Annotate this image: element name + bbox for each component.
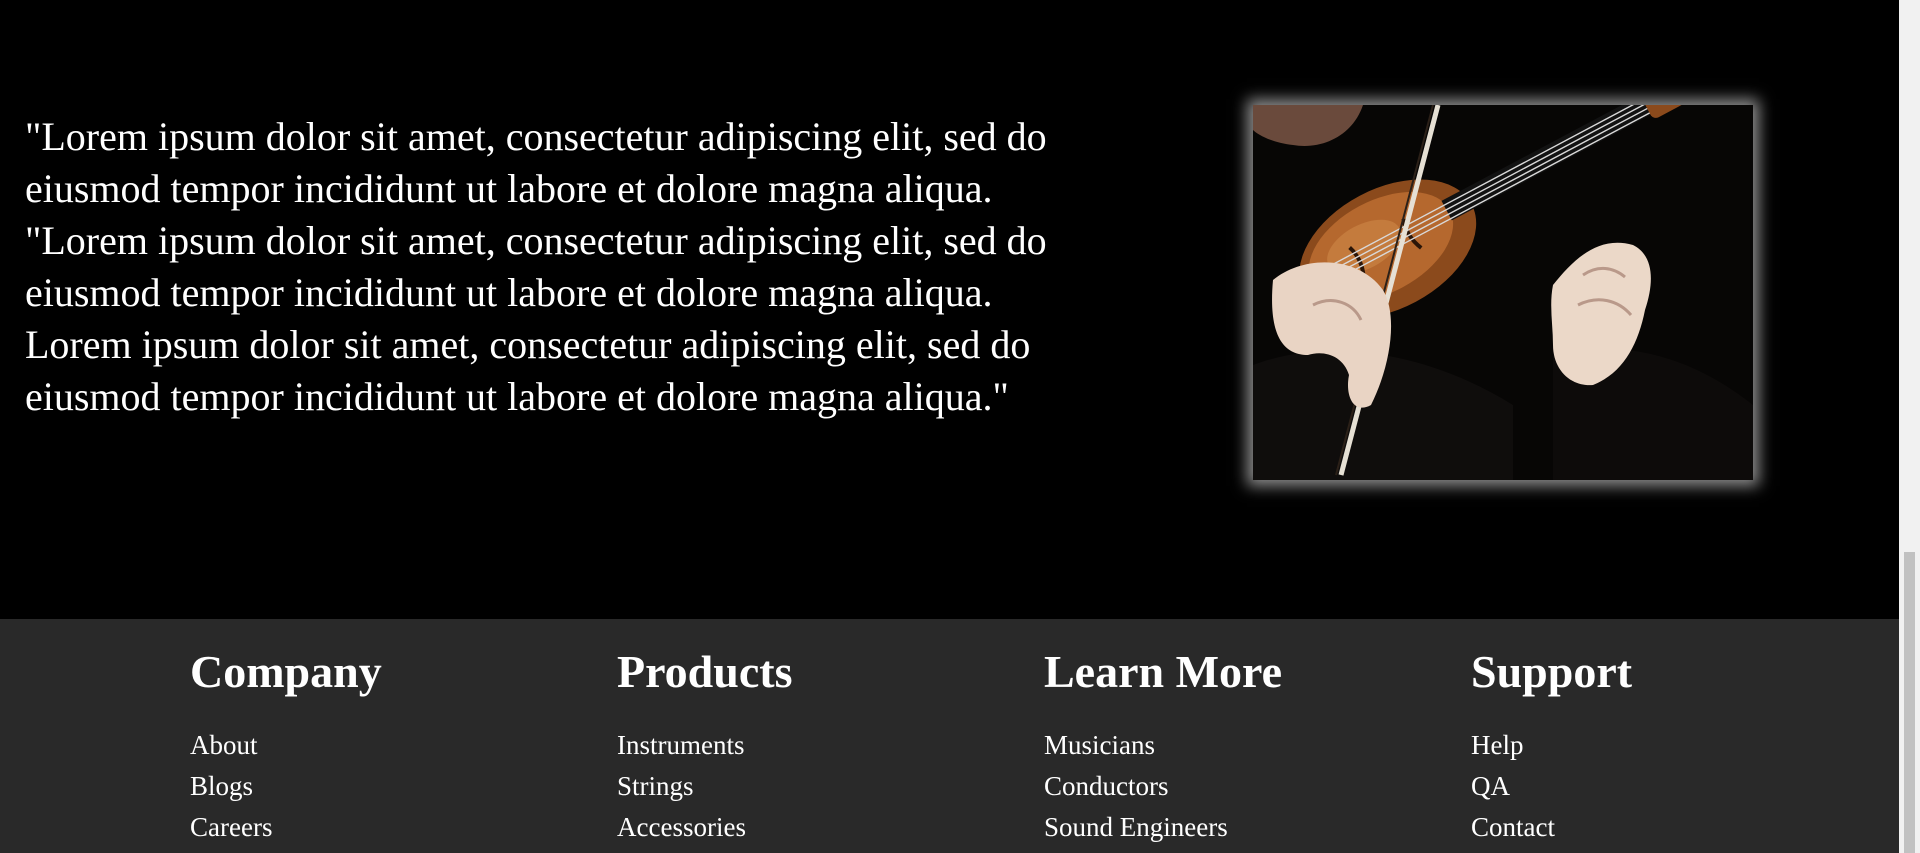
- quote-text: "Lorem ipsum dolor sit amet, consectetur…: [25, 114, 1047, 419]
- footer-heading-products: Products: [617, 646, 793, 697]
- footer-link-item: QA: [1471, 766, 1851, 807]
- footer-link-qa[interactable]: QA: [1471, 771, 1510, 801]
- violinist-illustration: [1253, 105, 1753, 480]
- footer-link-item: Careers: [190, 807, 570, 848]
- footer-link-item: Sound Engineers: [1044, 807, 1424, 848]
- footer-link-blogs[interactable]: Blogs: [190, 771, 253, 801]
- footer-link-item: About: [190, 725, 570, 766]
- vertical-scrollbar[interactable]: [1899, 0, 1920, 853]
- footer-column-support: Support Help QA Contact: [1471, 645, 1851, 848]
- footer-link-item: Musicians: [1044, 725, 1424, 766]
- footer-column-company: Company About Blogs Careers: [190, 645, 570, 848]
- footer-link-item: Help: [1471, 725, 1851, 766]
- footer-column-products: Products Instruments Strings Accessories: [617, 645, 997, 848]
- footer-links-support: Help QA Contact: [1471, 725, 1851, 848]
- footer: Company About Blogs Careers Products Ins…: [0, 619, 1899, 853]
- footer-link-item: Accessories: [617, 807, 997, 848]
- footer-links-learn-more: Musicians Conductors Sound Engineers: [1044, 725, 1424, 848]
- footer-heading-support: Support: [1471, 646, 1633, 697]
- footer-link-strings[interactable]: Strings: [617, 771, 694, 801]
- footer-links-products: Instruments Strings Accessories: [617, 725, 997, 848]
- footer-link-item: Conductors: [1044, 766, 1424, 807]
- footer-link-item: Strings: [617, 766, 997, 807]
- footer-column-learn-more: Learn More Musicians Conductors Sound En…: [1044, 645, 1424, 848]
- scrollbar-thumb[interactable]: [1904, 552, 1915, 853]
- footer-link-about[interactable]: About: [190, 730, 258, 760]
- hero-section: "Lorem ipsum dolor sit amet, consectetur…: [0, 0, 1899, 619]
- violinist-photo: [1253, 105, 1753, 480]
- footer-link-accessories[interactable]: Accessories: [617, 812, 746, 842]
- footer-link-instruments[interactable]: Instruments: [617, 730, 745, 760]
- footer-heading-company: Company: [190, 646, 382, 697]
- footer-link-conductors[interactable]: Conductors: [1044, 771, 1169, 801]
- footer-link-musicians[interactable]: Musicians: [1044, 730, 1155, 760]
- footer-link-sound-engineers[interactable]: Sound Engineers: [1044, 812, 1228, 842]
- footer-link-careers[interactable]: Careers: [190, 812, 272, 842]
- footer-link-contact[interactable]: Contact: [1471, 812, 1555, 842]
- footer-links-company: About Blogs Careers: [190, 725, 570, 848]
- page: "Lorem ipsum dolor sit amet, consectetur…: [0, 0, 1920, 853]
- footer-link-item: Instruments: [617, 725, 997, 766]
- footer-heading-learn-more: Learn More: [1044, 646, 1283, 697]
- footer-link-item: Contact: [1471, 807, 1851, 848]
- footer-link-item: Blogs: [190, 766, 570, 807]
- footer-link-help[interactable]: Help: [1471, 730, 1523, 760]
